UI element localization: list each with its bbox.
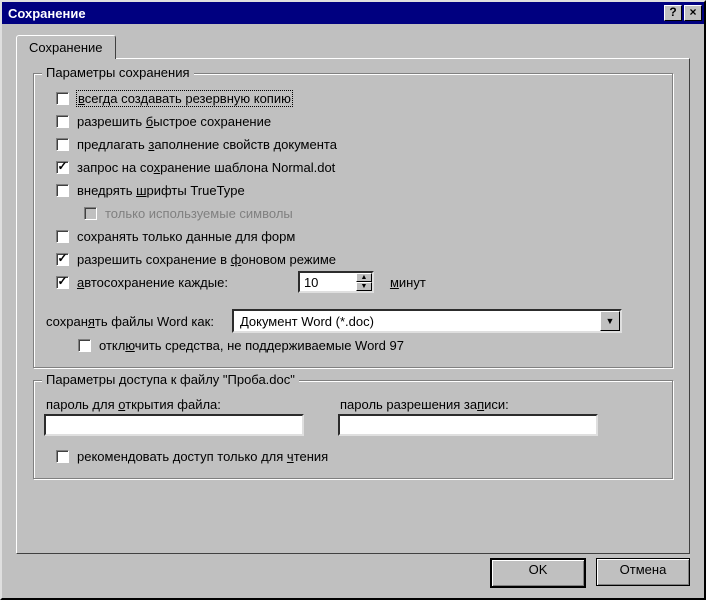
combo-save-as-value: Документ Word (*.doc) xyxy=(234,311,600,331)
group-access: Параметры доступа к файлу "Проба.doc" па… xyxy=(33,380,673,479)
chk-backup[interactable] xyxy=(56,92,69,105)
lbl-fastsave: разрешить быстрое сохранение xyxy=(77,114,271,129)
lbl-autosave-unit: минут xyxy=(390,275,426,290)
lbl-prompt-normal: запрос на сохранение шаблона Normal.dot xyxy=(77,160,335,175)
ok-button[interactable]: OK xyxy=(490,558,586,588)
lbl-open-pw: пароль для открытия файла: xyxy=(46,397,304,412)
lbl-embed-used-only: только используемые символы xyxy=(105,206,293,221)
chk-bg-save[interactable] xyxy=(56,253,69,266)
lbl-disable97: отключить средства, не поддерживаемые Wo… xyxy=(99,338,404,353)
dialog-buttons: OK Отмена xyxy=(490,558,690,588)
input-write-pw[interactable] xyxy=(338,414,598,436)
spin-down-icon[interactable]: ▼ xyxy=(356,282,372,291)
cancel-button[interactable]: Отмена xyxy=(596,558,690,586)
chk-embed-tt[interactable] xyxy=(56,184,69,197)
autosave-spinner[interactable]: ▲ ▼ xyxy=(298,271,374,293)
lbl-write-pw: пароль разрешения записи: xyxy=(340,397,598,412)
chk-disable97[interactable] xyxy=(78,339,91,352)
lbl-save-as: сохранять файлы Word как: xyxy=(46,314,214,329)
chk-fastsave[interactable] xyxy=(56,115,69,128)
titlebar: Сохранение ? × xyxy=(2,2,704,24)
spin-up-icon[interactable]: ▲ xyxy=(356,273,372,282)
dialog-body: Сохранение Параметры сохранения всегда с… xyxy=(2,24,704,598)
tab-label: Сохранение xyxy=(29,40,103,55)
lbl-backup: всегда создавать резервную копию xyxy=(77,91,292,106)
group-save-legend: Параметры сохранения xyxy=(42,65,194,80)
tab-save[interactable]: Сохранение xyxy=(16,35,116,59)
tabpanel: Параметры сохранения всегда создавать ре… xyxy=(16,58,690,554)
chk-prompt-normal[interactable] xyxy=(56,161,69,174)
chk-readonly[interactable] xyxy=(56,450,69,463)
group-access-legend: Параметры доступа к файлу "Проба.doc" xyxy=(42,372,299,387)
lbl-forms-data: сохранять только данные для форм xyxy=(77,229,295,244)
group-save-params: Параметры сохранения всегда создавать ре… xyxy=(33,73,673,368)
lbl-bg-save: разрешить сохранение в фоновом режиме xyxy=(77,252,336,267)
help-button[interactable]: ? xyxy=(664,5,682,21)
chk-autosave[interactable] xyxy=(56,276,69,289)
dialog-window: Сохранение ? × Сохранение Параметры сохр… xyxy=(0,0,706,600)
chk-prompt-props[interactable] xyxy=(56,138,69,151)
input-open-pw[interactable] xyxy=(44,414,304,436)
window-title: Сохранение xyxy=(8,6,662,21)
lbl-embed-tt: внедрять шрифты TrueType xyxy=(77,183,245,198)
chk-embed-used-only xyxy=(84,207,97,220)
lbl-autosave: автосохранение каждые: xyxy=(77,275,228,290)
lbl-readonly: рекомендовать доступ только для чтения xyxy=(77,449,328,464)
lbl-prompt-props: предлагать заполнение свойств документа xyxy=(77,137,337,152)
autosave-value[interactable] xyxy=(300,273,356,291)
chevron-down-icon[interactable]: ▼ xyxy=(600,311,620,331)
close-button[interactable]: × xyxy=(684,5,702,21)
tabstrip: Сохранение xyxy=(16,34,690,58)
combo-save-as[interactable]: Документ Word (*.doc) ▼ xyxy=(232,309,622,333)
chk-forms-data[interactable] xyxy=(56,230,69,243)
